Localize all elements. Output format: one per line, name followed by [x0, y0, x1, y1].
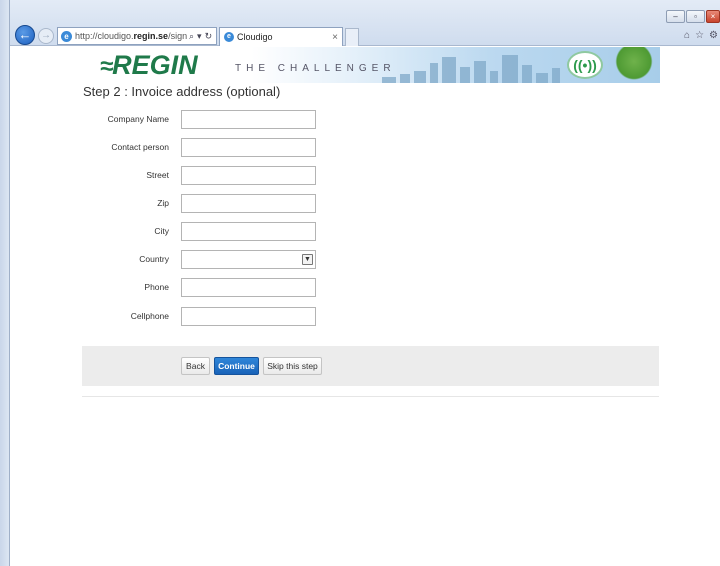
cellphone-row: Cellphone	[82, 307, 382, 327]
zip-row: Zip	[82, 194, 382, 214]
phone-row: Phone	[82, 278, 382, 298]
tagline: THE CHALLENGER	[235, 63, 396, 74]
gear-icon[interactable]: ⚙	[709, 30, 718, 41]
cloudigo-signal-icon: ((•))	[567, 51, 603, 79]
tab-title: Cloudigo	[237, 32, 273, 42]
window-close-icon[interactable]: ×	[706, 10, 720, 23]
ie-icon: e	[224, 32, 234, 42]
chevron-down-icon[interactable]: ▼	[302, 254, 313, 265]
street-row: Street	[82, 166, 382, 186]
contact-person-input[interactable]	[181, 138, 316, 157]
zip-input[interactable]	[181, 194, 316, 213]
refresh-icon[interactable]: ↻	[205, 31, 213, 42]
phone-label: Phone	[144, 282, 169, 292]
continue-button[interactable]: Continue	[214, 357, 259, 375]
zip-label: Zip	[157, 198, 169, 208]
street-label: Street	[146, 170, 169, 180]
page-title: Step 2 : Invoice address (optional)	[83, 84, 281, 99]
cellphone-label: Cellphone	[130, 311, 169, 321]
browser-toolbar-icons: ⌂ ☆ ⚙	[684, 30, 718, 41]
back-arrow-icon[interactable]: ←	[15, 25, 35, 45]
phone-input[interactable]	[181, 278, 316, 297]
ie-icon: e	[61, 30, 72, 42]
company-name-row: Company Name	[82, 110, 382, 130]
new-tab-button[interactable]	[345, 28, 359, 46]
city-input[interactable]	[181, 222, 316, 241]
skip-step-button[interactable]: Skip this step	[263, 357, 322, 375]
company-name-input[interactable]	[181, 110, 316, 129]
company-name-label: Company Name	[107, 114, 169, 124]
site-banner: ≈REGIN THE CHALLENGER ((•))	[92, 47, 660, 83]
country-label: Country	[139, 254, 169, 264]
forward-arrow-icon[interactable]: →	[38, 28, 54, 44]
contact-person-label: Contact person	[111, 142, 169, 152]
footer-divider	[82, 396, 659, 397]
regin-logo-mark-icon: ≈	[100, 53, 113, 80]
tree-graphic	[612, 47, 656, 83]
city-row: City	[82, 222, 382, 242]
minimize-icon[interactable]: –	[666, 10, 685, 23]
tab-close-icon[interactable]: ×	[332, 32, 338, 43]
address-bar[interactable]: e http://cloudigo.regin.se/signups/a ⌕ ▾…	[57, 27, 217, 45]
browser-chrome: ← → e http://cloudigo.regin.se/signups/a…	[0, 0, 720, 46]
back-button[interactable]: Back	[181, 357, 210, 375]
street-input[interactable]	[181, 166, 316, 185]
contact-person-row: Contact person	[82, 138, 382, 158]
maximize-icon[interactable]: ▫	[686, 10, 705, 23]
tab-cloudigo[interactable]: e Cloudigo ×	[219, 27, 343, 46]
country-select[interactable]: ▼	[181, 250, 316, 269]
regin-logo[interactable]: ≈REGIN	[100, 50, 198, 81]
city-label: City	[154, 226, 169, 236]
country-row: Country ▼	[82, 250, 382, 270]
dropdown-icon[interactable]: ▾	[197, 31, 202, 42]
favorites-star-icon[interactable]: ☆	[695, 30, 704, 41]
window-controls: – ▫ ×	[666, 10, 720, 23]
cellphone-input[interactable]	[181, 307, 316, 326]
action-bar: Back Continue Skip this step	[82, 346, 659, 386]
url-text[interactable]: http://cloudigo.regin.se/signups/a	[75, 31, 187, 41]
home-icon[interactable]: ⌂	[684, 30, 690, 41]
skyline-graphic	[382, 53, 582, 83]
search-icon[interactable]: ⌕	[189, 31, 194, 42]
window-frame-left	[0, 0, 10, 566]
